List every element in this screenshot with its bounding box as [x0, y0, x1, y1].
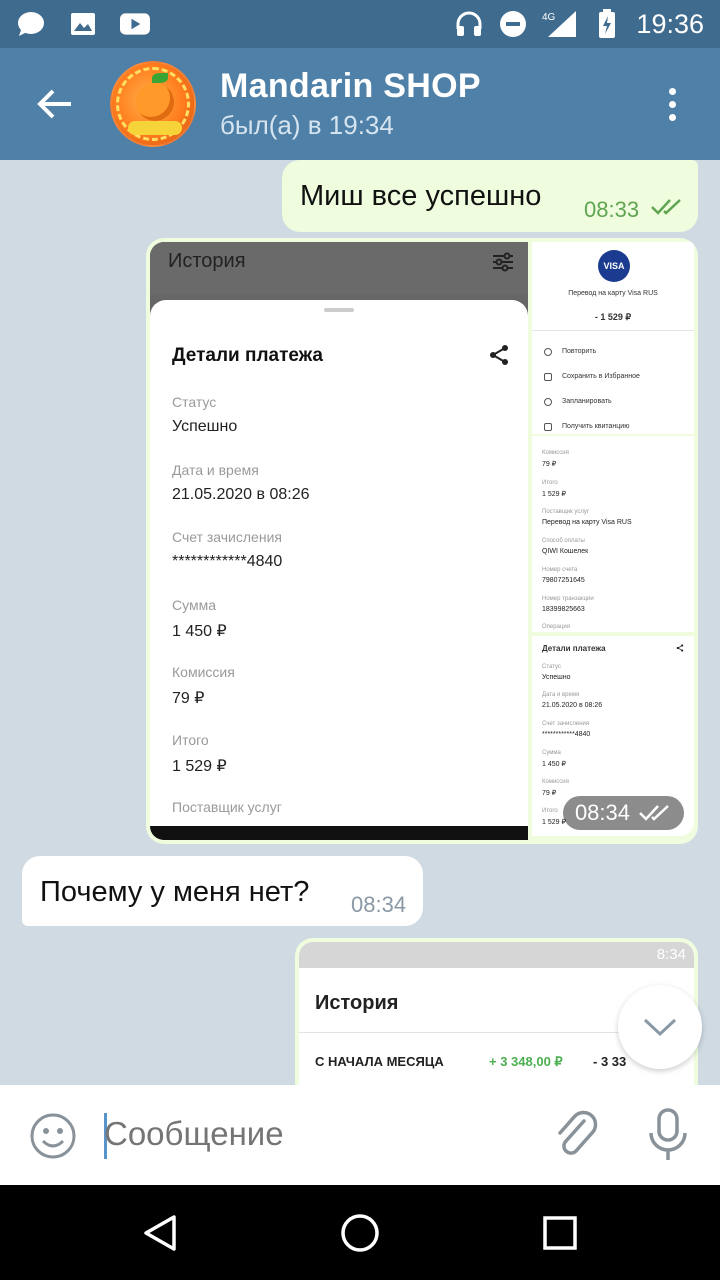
mic-button[interactable]: [644, 1107, 692, 1163]
detail-field: Дата и время 21.05.2020 в 08:26: [172, 462, 310, 503]
headphones-icon: [454, 10, 484, 38]
status-bar: 4G 19:36: [0, 0, 720, 48]
dnd-icon: [498, 10, 528, 38]
clock: 19:36: [636, 8, 704, 39]
nav-back-button[interactable]: [132, 1205, 188, 1261]
triangle-back-icon: [144, 1215, 176, 1251]
detail-field: Итого 1 529 ₽: [172, 732, 227, 775]
photo-album-message[interactable]: История Детали платежа Статус Успешно Дат…: [146, 238, 698, 844]
photo-visa-transfer[interactable]: VISA Перевод на карту Visa RUS - 1 529 ₽…: [532, 242, 694, 434]
back-button[interactable]: [0, 48, 110, 160]
detail-field: Комиссия 79 ₽: [172, 664, 235, 707]
visa-logo: VISA: [598, 250, 630, 282]
avatar[interactable]: [110, 61, 196, 147]
message-icon: [16, 10, 46, 38]
history-title: История: [315, 992, 399, 1014]
message-text: Миш все успешно: [300, 180, 542, 212]
history-title: История: [168, 250, 246, 272]
message-input[interactable]: [104, 1115, 524, 1153]
chat-title-block[interactable]: Mandarin SHOP был(а) в 19:34: [220, 67, 481, 141]
double-check-icon: [651, 199, 681, 215]
square-recents-icon: [543, 1216, 577, 1250]
nav-home-button[interactable]: [332, 1205, 388, 1261]
clock-icon: [544, 398, 552, 406]
outgoing-message[interactable]: Миш все успешно 08:33: [282, 160, 698, 232]
sheet-title: Детали платежа: [172, 345, 323, 366]
youtube-icon: [120, 10, 150, 38]
detail-field: Счет зачисления ************4840: [172, 529, 283, 570]
repeat-icon: [544, 348, 552, 356]
chat-header: Mandarin SHOP был(а) в 19:34: [0, 48, 720, 160]
svg-text:4G: 4G: [542, 12, 556, 23]
message-text: Почему у меня нет?: [40, 876, 310, 908]
nav-recents-button[interactable]: [532, 1205, 588, 1261]
favorite-icon: [544, 373, 552, 381]
image-icon: [68, 10, 98, 38]
message-input-bar: [0, 1085, 720, 1185]
chat-title: Mandarin SHOP: [220, 67, 481, 105]
photo-transaction-info[interactable]: Комиссия 79 ₽ Итого 1 529 ₽ Поставщик ус…: [532, 436, 694, 632]
signal-icon: 4G: [542, 10, 578, 38]
more-vert-icon: [668, 87, 676, 95]
share-icon: [676, 644, 684, 652]
double-check-icon: [639, 805, 669, 821]
more-menu-button[interactable]: [624, 48, 720, 160]
battery-icon: [592, 9, 622, 38]
message-time: 08:34: [351, 892, 407, 917]
scroll-down-button[interactable]: [618, 985, 702, 1069]
receipt-icon: [544, 423, 552, 431]
chevron-down-icon: [643, 1018, 677, 1037]
incoming-message[interactable]: Почему у меня нет? 08:34: [22, 856, 423, 926]
photo-payment-details[interactable]: История Детали платежа Статус Успешно Дат…: [150, 242, 528, 840]
message-time: 08:34: [574, 800, 630, 825]
emoji-button[interactable]: [28, 1111, 78, 1161]
filter-icon: [493, 252, 513, 272]
detail-field: Сумма 1 450 ₽: [172, 597, 227, 640]
last-seen-status: был(а) в 19:34: [220, 110, 394, 140]
detail-field: Статус Успешно: [172, 394, 238, 435]
share-icon: [490, 345, 508, 365]
payment-details-sheet: Детали платежа Статус Успешно Дата и врем…: [150, 300, 528, 830]
attach-button[interactable]: [552, 1109, 600, 1161]
chat-area[interactable]: Миш все успешно 08:33 История Детали пла…: [0, 160, 720, 1085]
message-time: 08:33: [584, 197, 640, 222]
system-nav-bar: [0, 1185, 720, 1280]
album-time-badge: 08:34: [562, 796, 684, 830]
arrow-left-icon: [37, 89, 71, 119]
circle-home-icon: [341, 1214, 379, 1252]
detail-field: Поставщик услуг: [172, 799, 282, 815]
